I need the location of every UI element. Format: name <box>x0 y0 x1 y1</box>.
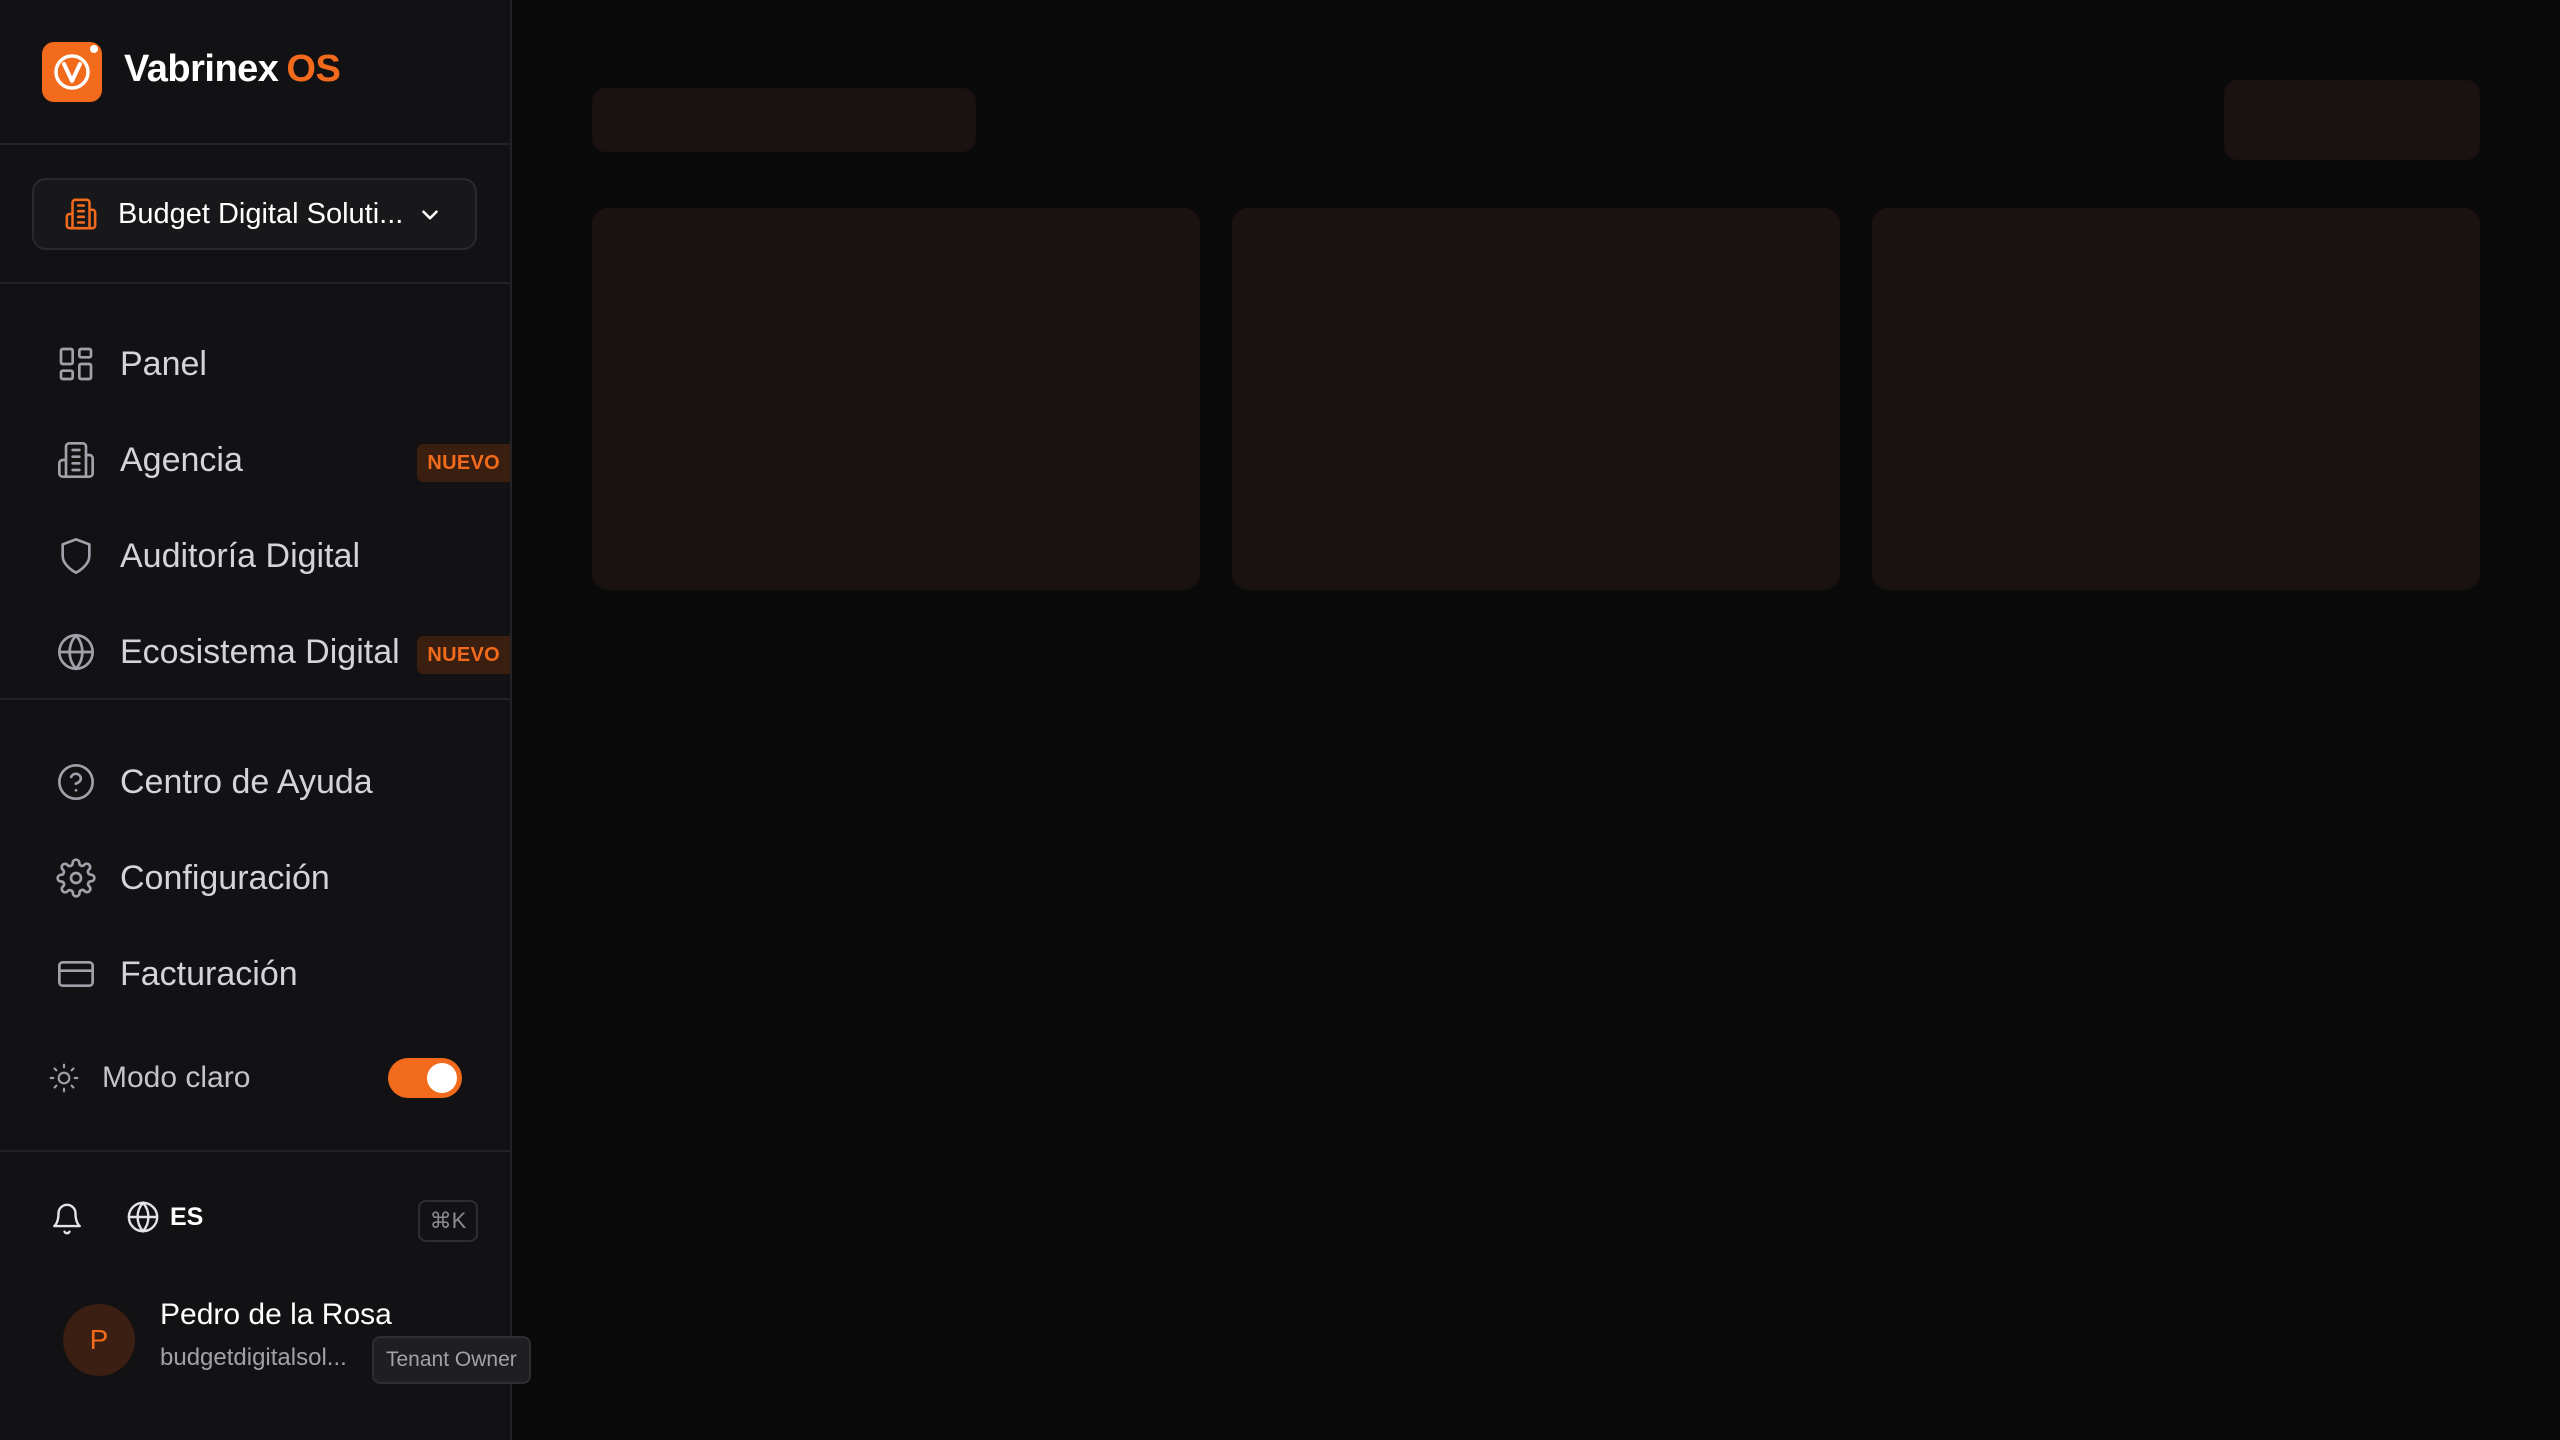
nav-label: Facturación <box>120 954 298 993</box>
theme-toggle[interactable] <box>388 1058 462 1098</box>
help-circle-icon <box>58 764 94 800</box>
nav-item-ecosistema[interactable]: Ecosistema Digital NUEVO <box>0 604 510 700</box>
nav-item-configuracion[interactable]: Configuración <box>0 830 510 926</box>
nav-item-facturacion[interactable]: Facturación <box>0 926 510 1022</box>
nav-label: Configuración <box>120 858 330 897</box>
nav-item-ayuda[interactable]: Centro de Ayuda <box>0 734 510 830</box>
brand-name: Vabrinex OS <box>124 48 341 90</box>
nav-item-auditoria[interactable]: Auditoría Digital <box>0 508 510 604</box>
skeleton-button <box>2224 80 2480 160</box>
new-badge: NUEVO <box>417 444 510 482</box>
language-code: ES <box>170 1202 204 1231</box>
bell-icon[interactable] <box>50 1202 84 1236</box>
footer-tools: ES ⌘K <box>0 1150 510 1290</box>
chevron-down-icon <box>422 210 438 220</box>
globe-icon <box>127 1201 159 1233</box>
skeleton-title <box>592 88 976 152</box>
gear-icon <box>56 858 96 898</box>
role-badge: Tenant Owner <box>372 1336 531 1384</box>
command-shortcut[interactable]: ⌘K <box>418 1200 478 1242</box>
credit-card-icon <box>58 961 94 987</box>
sidebar: Vabrinex OS Budget Digital Soluti... Pane… <box>0 0 531 1440</box>
nav-label: Ecosistema Digital <box>120 632 400 671</box>
theme-row: Modo claro <box>0 1044 510 1112</box>
theme-label: Modo claro <box>102 1061 251 1094</box>
globe-icon <box>58 633 94 671</box>
secondary-nav: Centro de Ayuda Configuración Facturació… <box>0 734 510 1022</box>
nav-label: Auditoría Digital <box>120 536 361 575</box>
building-icon <box>58 442 94 478</box>
nav-label: Agencia <box>120 440 243 479</box>
brand-logo[interactable] <box>42 42 102 102</box>
dashboard-icon <box>59 347 93 381</box>
skeleton-card <box>1872 208 2480 590</box>
skeleton-card <box>592 208 1200 590</box>
nav-label: Centro de Ayuda <box>120 762 373 801</box>
logo-v-icon <box>54 54 90 90</box>
user-name: Pedro de la Rosa <box>160 1298 392 1331</box>
tenant-section: Budget Digital Soluti... <box>0 145 510 284</box>
spark-icon <box>90 45 98 53</box>
building-icon <box>65 198 97 230</box>
user-email: budgetdigitalsol... <box>160 1344 347 1371</box>
nav-label: Panel <box>120 344 207 383</box>
nav-divider <box>0 698 510 700</box>
user-profile[interactable]: P Pedro de la Rosa budgetdigitalsol... T… <box>0 1290 540 1440</box>
tenant-name: Budget Digital Soluti... <box>118 197 404 230</box>
nav-item-panel[interactable]: Panel <box>0 316 510 412</box>
avatar: P <box>63 1304 135 1376</box>
toggle-knob <box>427 1063 457 1093</box>
language-selector[interactable]: ES <box>126 1200 203 1234</box>
skeleton-card <box>1232 208 1840 590</box>
main-nav: Panel Agencia NUEVO Auditoría Digital Ec… <box>0 316 510 700</box>
nav-item-agencia[interactable]: Agencia NUEVO <box>0 412 510 508</box>
brand-header: Vabrinex OS <box>0 0 510 145</box>
new-badge: NUEVO <box>417 636 510 674</box>
shield-icon <box>61 538 91 574</box>
sun-icon <box>49 1063 79 1093</box>
tenant-selector[interactable]: Budget Digital Soluti... <box>32 178 477 250</box>
